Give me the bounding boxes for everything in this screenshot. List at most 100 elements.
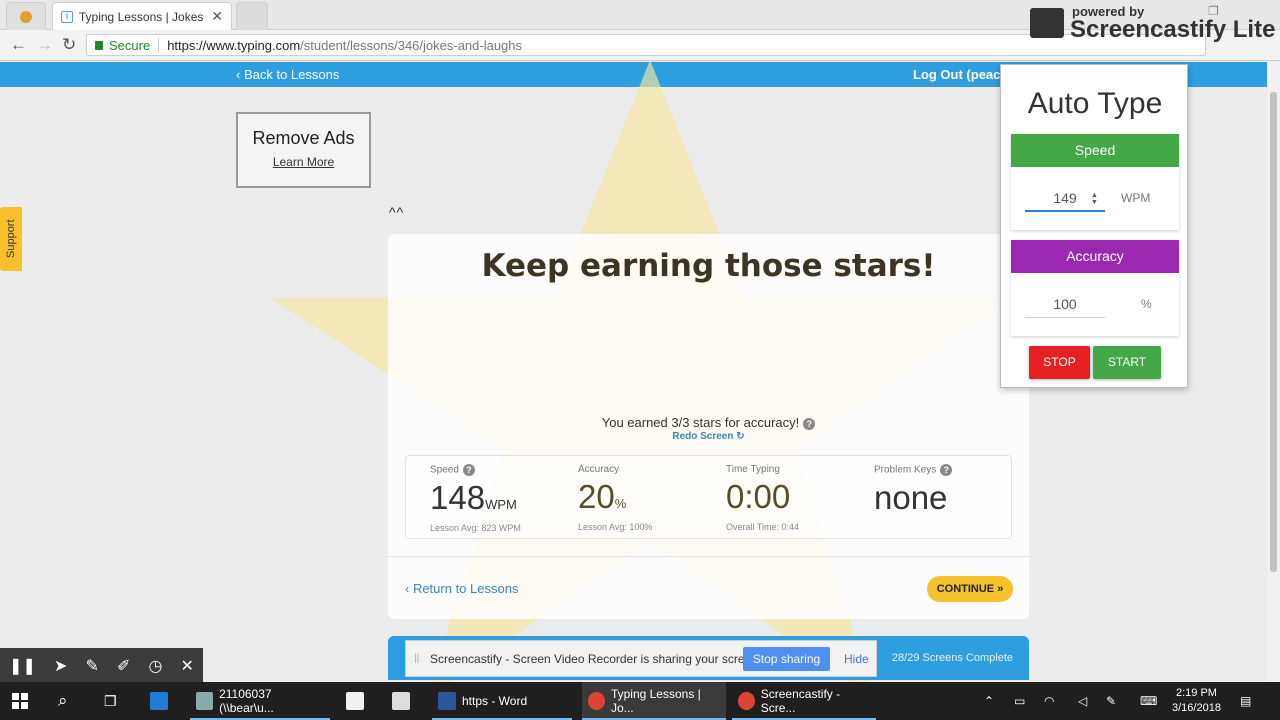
pinned-tab-icon xyxy=(20,10,32,23)
tab-typing-lessons[interactable]: t Typing Lessons | Jokes ar ✕ xyxy=(52,2,232,30)
show-hidden-icons-icon[interactable]: ⌃ xyxy=(984,682,994,720)
wifi-icon[interactable]: ◠ xyxy=(1044,682,1054,720)
stars-earned: You earned 3/3 stars for accuracy!? xyxy=(388,415,1029,430)
help-icon[interactable]: ? xyxy=(940,464,953,476)
close-icon[interactable]: ✕ xyxy=(181,656,194,676)
drive-icon xyxy=(196,692,214,710)
drag-handle-icon[interactable]: || xyxy=(414,653,419,664)
url-path: /student/lessons/346/jokes-and-laughs xyxy=(300,37,523,53)
stat-label: Accuracy xyxy=(578,464,620,475)
stat-label: Speed? xyxy=(430,464,578,476)
speed-panel: Speed 149 ▲ ▼ WPM xyxy=(1011,134,1179,230)
stat-label: Problem Keys? xyxy=(874,464,1022,476)
learn-more-link[interactable]: Learn More xyxy=(238,155,369,169)
stat-value: 148WPM xyxy=(430,479,517,516)
results-headline: Keep earning those stars! xyxy=(481,248,936,284)
film-strip-icon xyxy=(1030,8,1064,38)
forward-arrow-icon[interactable]: → xyxy=(36,35,53,55)
speed-header: Speed xyxy=(1011,134,1179,167)
back-arrow-icon[interactable]: ← xyxy=(10,35,27,55)
system-clock[interactable]: 2:19 PM 3/16/2018 xyxy=(1172,686,1221,716)
pinned-tab[interactable] xyxy=(6,2,46,30)
stats-panel: Speed? 148WPM Lesson Avg: 823 WPM Accura… xyxy=(405,455,1012,539)
speed-stepper-icon[interactable]: ▲ ▼ xyxy=(1091,192,1098,206)
taskbar-item-label: 21106037 (\\bear\u... xyxy=(219,687,274,715)
caret-text: ^^ xyxy=(389,204,405,220)
pen-workspace-icon[interactable]: ✎ xyxy=(1106,682,1116,720)
return-to-lessons-link[interactable]: ‹ Return to Lessons xyxy=(405,581,518,596)
new-tab-button[interactable] xyxy=(236,2,268,30)
url-host: https://www.typing.com xyxy=(167,37,301,53)
tab-title: Typing Lessons | Jokes ar xyxy=(78,9,206,24)
lock-icon xyxy=(95,40,103,50)
pen-icon[interactable]: ✎ xyxy=(85,656,98,676)
hide-button[interactable]: Hide xyxy=(844,652,869,666)
chrome-icon xyxy=(588,692,605,710)
stat-accuracy: Accuracy 20% Lesson Avg: 100% xyxy=(578,464,726,532)
speed-unit: WPM xyxy=(1121,191,1151,205)
windows-taskbar: ⌕ ❐ 21106037 (\\bear\u... https - Word T… xyxy=(0,682,1280,720)
word-icon xyxy=(438,692,456,710)
stat-value: none xyxy=(874,479,948,516)
stat-sub: Lesson Avg: 100% xyxy=(578,522,653,532)
screencastify-toolbar: ❚❚ ➤ ✎ ✐ ◷ ✕ xyxy=(0,648,203,684)
stop-button[interactable]: STOP xyxy=(1029,346,1090,379)
typing-favicon-icon: t xyxy=(61,10,73,23)
remove-ads-box[interactable]: Remove Ads Learn More xyxy=(236,112,371,188)
secure-label: Secure xyxy=(109,37,151,53)
redo-screen-link[interactable]: Redo Screen ↻ xyxy=(388,431,1029,442)
scrollbar-thumb[interactable] xyxy=(1270,92,1277,572)
edge-icon[interactable] xyxy=(150,682,168,720)
stat-speed: Speed? 148WPM Lesson Avg: 823 WPM xyxy=(430,464,578,533)
stop-sharing-button[interactable]: Stop sharing xyxy=(743,647,830,671)
task-view-icon[interactable]: ❐ xyxy=(104,682,117,720)
taskbar-item-chrome-screencastify[interactable]: Screencastify - Scre... xyxy=(732,682,876,720)
accuracy-unit: % xyxy=(1141,297,1152,311)
windows-start-icon[interactable] xyxy=(12,682,36,720)
remove-ads-title: Remove Ads xyxy=(252,128,355,148)
stat-sub: Lesson Avg: 823 WPM xyxy=(430,523,521,533)
accuracy-input[interactable]: 100 xyxy=(1025,290,1105,318)
stat-problem-keys: Problem Keys? none xyxy=(874,464,1022,523)
volume-icon[interactable]: ◁ xyxy=(1078,682,1087,720)
pause-icon[interactable]: ❚❚ xyxy=(9,656,36,676)
help-icon[interactable]: ? xyxy=(462,464,475,476)
omnibox-separator xyxy=(158,38,160,52)
stat-value: 0:00 xyxy=(726,478,791,515)
battery-icon[interactable]: ▭ xyxy=(1014,682,1025,720)
card-divider xyxy=(388,556,1029,557)
eraser-icon[interactable]: ✐ xyxy=(117,656,130,676)
search-icon[interactable]: ⌕ xyxy=(58,682,68,720)
auto-type-popup: Auto Type Speed 149 ▲ ▼ WPM Accuracy 100 … xyxy=(1000,64,1188,388)
mail-icon[interactable] xyxy=(392,682,410,720)
sharing-message: Screencastify - Screen Video Recorder is… xyxy=(430,652,762,666)
popup-title: Auto Type xyxy=(1027,87,1163,120)
support-tab[interactable]: Support xyxy=(0,207,22,271)
stat-time: Time Typing 0:00 Overall Time: 0:44 xyxy=(726,464,874,532)
keyboard-icon[interactable]: ⌨ xyxy=(1140,682,1157,720)
cursor-icon[interactable]: ➤ xyxy=(54,656,67,676)
vertical-scrollbar[interactable] xyxy=(1267,62,1280,682)
taskbar-item-label: Screencastify - Scre... xyxy=(760,687,841,715)
screens-complete-text: 28/29 Screens Complete xyxy=(891,652,1013,664)
timer-icon[interactable]: ◷ xyxy=(148,656,162,676)
accuracy-panel: Accuracy 100 % xyxy=(1011,240,1179,336)
screencastify-name: Screencastify Lite xyxy=(1070,16,1276,43)
taskbar-item-label: https - Word xyxy=(462,694,528,708)
notifications-icon[interactable]: ▤ xyxy=(1240,682,1251,720)
stat-label: Time Typing xyxy=(726,464,780,475)
screencastify-watermark: powered by Screencastify Lite xyxy=(1030,4,1280,43)
taskbar-item-explorer[interactable]: 21106037 (\\bear\u... xyxy=(190,682,330,720)
store-icon[interactable] xyxy=(346,682,364,720)
screen-sharing-bar: || Screencastify - Screen Video Recorder… xyxy=(405,640,877,677)
results-card: Keep earning those stars! You earned 3/3… xyxy=(388,234,1029,619)
start-button[interactable]: START xyxy=(1093,346,1161,379)
reload-icon[interactable]: ↻ xyxy=(62,35,76,55)
tab-close-icon[interactable]: ✕ xyxy=(211,8,223,25)
taskbar-item-word[interactable]: https - Word xyxy=(432,682,572,720)
accuracy-header: Accuracy xyxy=(1011,240,1179,273)
chrome-icon xyxy=(738,692,755,710)
taskbar-item-chrome-typing[interactable]: Typing Lessons | Jo... xyxy=(582,682,726,720)
help-icon[interactable]: ? xyxy=(803,417,816,430)
continue-button[interactable]: CONTINUE » xyxy=(927,576,1013,602)
